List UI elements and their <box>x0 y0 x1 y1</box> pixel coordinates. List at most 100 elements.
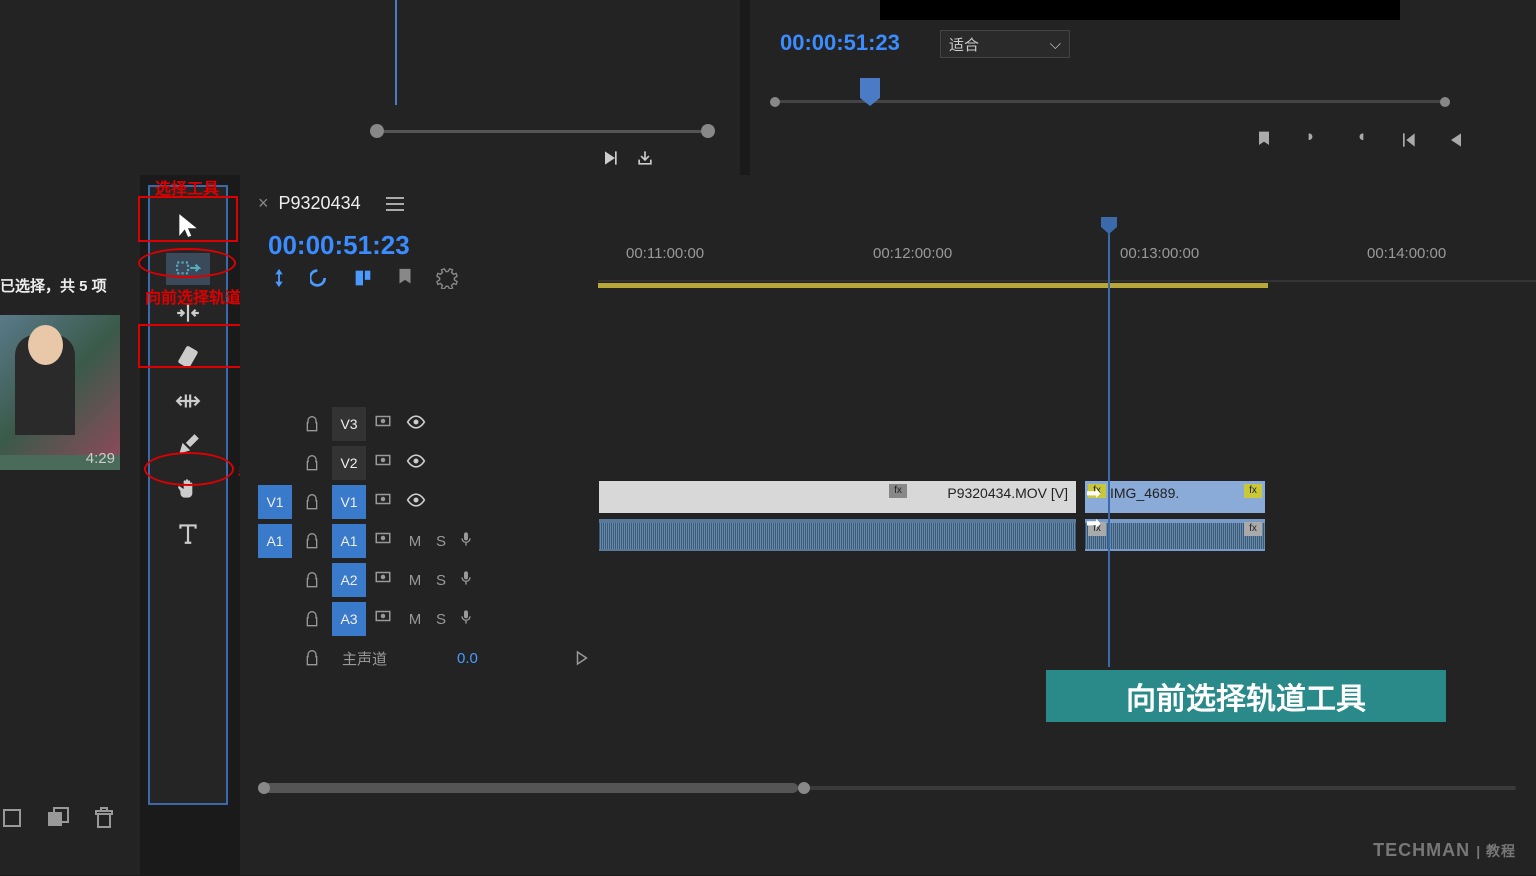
add-marker-icon[interactable] <box>352 267 374 289</box>
time-ruler[interactable]: 00:11:00:00 00:12:00:00 00:13:00:00 00:1… <box>598 245 1536 269</box>
track-v2[interactable]: V2 <box>258 444 596 482</box>
timeline-content[interactable]: fx P9320434.MOV [V] fx fx IMG_4689. fx f… <box>598 285 1536 645</box>
mute-button[interactable]: M <box>406 611 424 628</box>
type-tool[interactable] <box>166 517 210 549</box>
track-v3[interactable]: V3 <box>258 405 596 443</box>
close-icon[interactable]: × <box>258 193 269 214</box>
insert-icon[interactable] <box>600 148 620 168</box>
sync-lock-icon[interactable] <box>374 607 398 631</box>
new-bin-icon[interactable] <box>46 806 70 830</box>
lock-icon[interactable] <box>300 490 324 514</box>
track-label[interactable]: V3 <box>332 407 366 441</box>
sync-lock-icon[interactable] <box>374 568 398 592</box>
ruler-tick: 00:14:00:00 <box>1367 245 1446 262</box>
timeline-timecode[interactable]: 00:00:51:23 <box>268 230 410 261</box>
in-point-icon[interactable] <box>1302 130 1322 150</box>
lock-icon[interactable] <box>300 412 324 436</box>
watermark: TECHMAN | 教程 <box>1373 840 1516 861</box>
annotation-select-label: 选择工具 <box>155 175 219 199</box>
program-ruler[interactable] <box>760 78 1460 108</box>
solo-button[interactable]: S <box>432 533 450 550</box>
watermark-main: TECHMAN <box>1373 840 1470 860</box>
master-track[interactable]: 主声道 0.0 <box>258 640 596 676</box>
track-a2[interactable]: A2 M S <box>258 561 596 599</box>
fx-badge: fx <box>1244 484 1262 498</box>
mute-button[interactable]: M <box>406 572 424 589</box>
track-label[interactable]: V2 <box>332 446 366 480</box>
project-thumbnail[interactable]: 4:29 <box>0 315 120 470</box>
lock-icon[interactable] <box>300 568 324 592</box>
timeline-options <box>268 267 458 289</box>
solo-button[interactable]: S <box>432 572 450 589</box>
trash-icon[interactable] <box>92 806 116 830</box>
clip-label: P9320434.MOV [V] <box>947 485 1068 501</box>
timeline-panel: × P9320434 00:00:51:23 00:11:00:00 00:12… <box>240 175 1536 875</box>
settings-icon[interactable] <box>436 267 458 289</box>
fit-dropdown[interactable]: 适合 ⌵ <box>940 30 1070 58</box>
snap-icon[interactable] <box>268 267 290 289</box>
step-back-icon[interactable] <box>1446 130 1466 150</box>
track-select-forward-tool[interactable] <box>166 253 210 285</box>
clip-label: IMG_4689. <box>1110 485 1179 501</box>
lock-icon[interactable] <box>300 451 324 475</box>
track-label[interactable]: A1 <box>332 524 366 558</box>
panel-menu-icon[interactable] <box>386 197 404 211</box>
mic-icon[interactable] <box>458 570 478 590</box>
video-clip-2[interactable]: fx fx IMG_4689. <box>1084 480 1266 514</box>
linked-selection-icon[interactable] <box>310 267 332 289</box>
tools-panel <box>148 185 228 805</box>
hand-tool[interactable] <box>166 473 210 505</box>
link-icon[interactable] <box>573 649 591 667</box>
track-v1[interactable]: V1 V1 <box>258 483 596 521</box>
lock-icon[interactable] <box>300 646 324 670</box>
sync-lock-icon[interactable] <box>374 490 398 514</box>
fx-badge: fx <box>889 484 907 498</box>
track-label[interactable]: A2 <box>332 563 366 597</box>
sequence-tab[interactable]: × P9320434 <box>240 193 404 214</box>
export-icon[interactable] <box>635 148 655 168</box>
audio-clip-1[interactable] <box>598 518 1077 552</box>
lock-icon[interactable] <box>300 607 324 631</box>
source-playhead[interactable] <box>395 0 397 105</box>
selection-tool[interactable] <box>166 209 210 241</box>
program-monitor: 00:00:51:23 适合 ⌵ <box>750 0 1536 175</box>
mic-icon[interactable] <box>458 531 478 551</box>
program-playhead[interactable] <box>860 78 880 98</box>
sync-lock-icon[interactable] <box>374 451 398 475</box>
master-label: 主声道 <box>342 648 387 669</box>
razor-tool[interactable] <box>166 341 210 373</box>
mic-icon[interactable] <box>458 609 478 629</box>
track-select-cursor: ➡ <box>1086 483 1101 504</box>
sync-lock-icon[interactable] <box>374 529 398 553</box>
eye-icon[interactable] <box>406 412 430 436</box>
source-scrollbar[interactable] <box>370 124 715 138</box>
track-a3[interactable]: A3 M S <box>258 600 596 638</box>
source-patch-v1[interactable]: V1 <box>258 485 292 519</box>
timeline-marker-icon[interactable] <box>394 267 416 289</box>
solo-button[interactable]: S <box>432 611 450 628</box>
timeline-zoom-scrollbar[interactable] <box>258 781 1516 795</box>
marker-icon[interactable] <box>1254 130 1274 150</box>
sequence-name: P9320434 <box>279 193 361 214</box>
program-timecode[interactable]: 00:00:51:23 <box>780 30 900 56</box>
eye-icon[interactable] <box>406 490 430 514</box>
lock-icon[interactable] <box>300 529 324 553</box>
fit-label: 适合 <box>949 34 979 55</box>
track-label[interactable]: V1 <box>332 485 366 519</box>
mute-button[interactable]: M <box>406 533 424 550</box>
eye-icon[interactable] <box>406 451 430 475</box>
source-patch-a1[interactable]: A1 <box>258 524 292 558</box>
audio-clip-2[interactable]: fx fx <box>1084 518 1266 552</box>
master-volume[interactable]: 0.0 <box>457 650 478 667</box>
pen-tool[interactable] <box>166 429 210 461</box>
ruler-tick: 00:11:00:00 <box>626 245 704 262</box>
track-a1[interactable]: A1 A1 M S <box>258 522 596 560</box>
track-label[interactable]: A3 <box>332 602 366 636</box>
timeline-playhead[interactable] <box>1108 217 1110 667</box>
goto-in-icon[interactable] <box>1398 130 1418 150</box>
video-clip-1[interactable]: fx P9320434.MOV [V] <box>598 480 1077 514</box>
sync-lock-icon[interactable] <box>374 412 398 436</box>
new-item-icon[interactable] <box>0 806 24 830</box>
out-point-icon[interactable] <box>1350 130 1370 150</box>
slip-tool[interactable] <box>166 385 210 417</box>
